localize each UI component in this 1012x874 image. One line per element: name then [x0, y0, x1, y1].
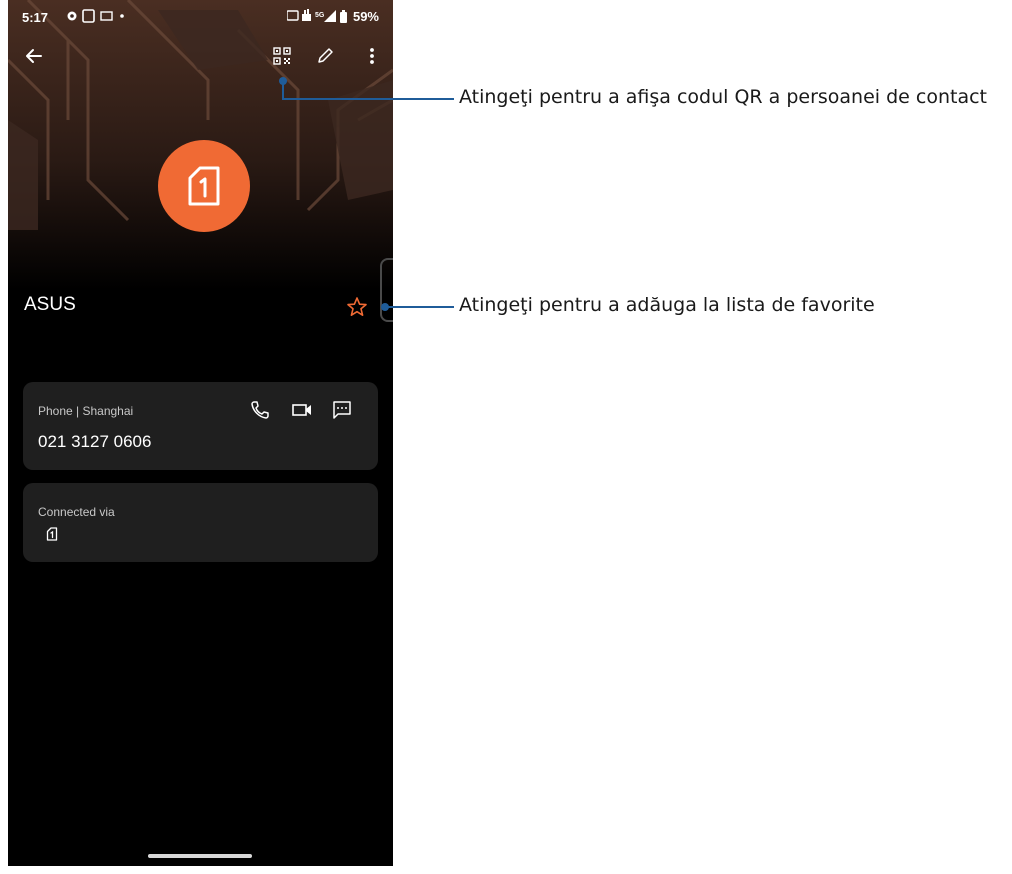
sim-1-icon: [46, 527, 58, 546]
callout-line-favorite: [385, 306, 454, 308]
mail-icon: [100, 11, 113, 21]
video-call-button[interactable]: [291, 400, 313, 422]
wifi-calling-icon: [286, 10, 299, 21]
side-panel-handle[interactable]: [380, 258, 393, 322]
qr-code-button[interactable]: [268, 42, 296, 70]
arrow-left-icon: [26, 49, 42, 63]
pencil-icon: [318, 48, 333, 63]
settings-icon: [67, 11, 77, 21]
signal-icons: 5G: [286, 9, 347, 23]
contact-name: ASUS: [24, 294, 76, 315]
video-call-icon: [292, 404, 311, 416]
qr-code-icon: [273, 47, 291, 65]
more-vert-icon: [370, 48, 374, 64]
phone-number[interactable]: 021 3127 0606: [38, 432, 151, 452]
connected-via-card: Connected via: [23, 483, 378, 562]
status-bar: 5:17 5G 59%: [8, 0, 393, 34]
back-button[interactable]: [20, 42, 48, 70]
contact-avatar: [158, 140, 250, 232]
edit-button[interactable]: [311, 42, 339, 70]
data-icon: [301, 9, 311, 21]
more-options-button[interactable]: [358, 42, 386, 70]
phone-card[interactable]: Phone | Shanghai 021 3127 0606: [23, 382, 378, 470]
phone-icon: [251, 401, 269, 419]
battery-icon: [339, 10, 347, 23]
status-icons-right: 5G 59%: [286, 8, 379, 24]
phone-screen: 5:17 5G 59% ASUS Phone | Shanghai 021 31…: [8, 0, 393, 866]
message-button[interactable]: [332, 400, 354, 422]
callout-line-qr-horizontal: [282, 98, 454, 100]
star-outline-icon: [347, 297, 367, 317]
status-time: 5:17: [22, 10, 49, 25]
callout-line-qr-vertical: [282, 80, 284, 100]
callout-favorite-text: Atingeţi pentru a adăuga la lista de fav…: [459, 294, 875, 316]
status-icons-left: [66, 8, 128, 27]
sim-1-icon: [188, 166, 220, 206]
callout-qr-text: Atingeţi pentru a afişa codul QR a perso…: [459, 86, 988, 108]
call-button[interactable]: [250, 400, 272, 422]
battery-percent: 59%: [352, 8, 379, 24]
screenshot-icon: [82, 9, 95, 23]
message-icon: [333, 401, 351, 419]
dot-icon: [120, 14, 124, 18]
phone-label: Phone | Shanghai: [38, 404, 134, 418]
network-type: 5G: [315, 12, 325, 19]
connected-via-label: Connected via: [38, 505, 115, 519]
home-indicator[interactable]: [148, 854, 252, 858]
favorite-button[interactable]: [346, 296, 368, 318]
signal-icon: [323, 10, 336, 22]
